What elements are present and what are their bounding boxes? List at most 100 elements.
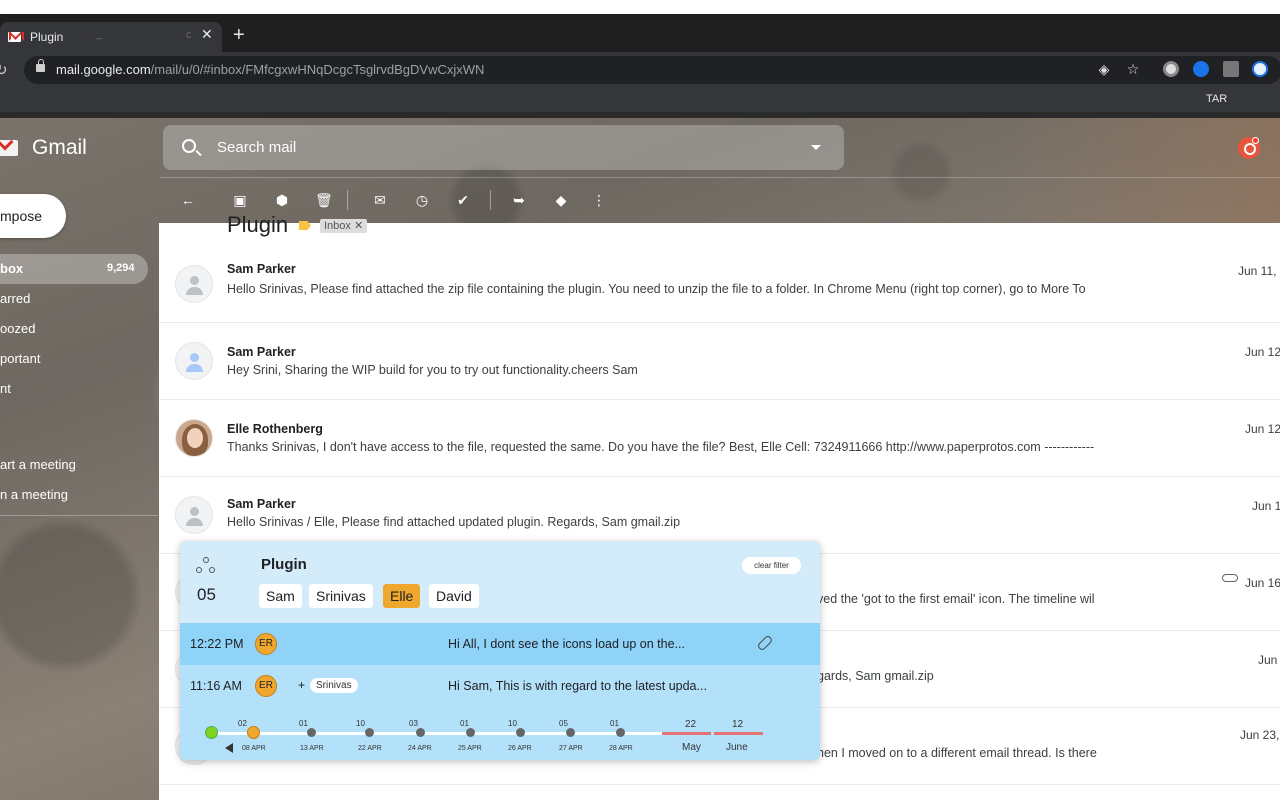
extension-check-icon[interactable] [1193,61,1209,77]
sidebar-item-important[interactable]: portant [0,351,40,366]
notification-dot [1252,137,1259,144]
url-text[interactable]: mail.google.com/mail/u/0/#inbox/FMfcgxwH… [56,62,484,77]
toolbar-separator [490,190,491,210]
timeline-point[interactable] [365,728,374,737]
timeline-date: 25 APR [458,745,482,752]
avatar [175,496,213,534]
timeline-month[interactable]: May [682,742,701,753]
mark-unread-icon[interactable]: ✉ [372,192,388,208]
timeline-date: 26 APR [508,745,532,752]
timeline-month[interactable]: June [726,742,748,753]
archive-icon[interactable]: ▣ [232,192,248,208]
email-snippet: gards, Sam gmail.zip [817,669,934,683]
inbox-label-chip[interactable]: Inbox ✕ [320,219,368,233]
close-tab-icon[interactable]: ✕ [201,26,213,43]
clear-filter-button[interactable]: clear filter [742,557,801,574]
timeline-point-selected[interactable] [247,726,260,739]
person-filter-chip[interactable]: Srinivas [309,584,373,608]
timeline-back-icon[interactable] [225,743,233,753]
report-spam-icon[interactable]: ⬢ [274,192,290,208]
email-snippet: hen I moved on to a different email thre… [817,746,1097,760]
toolbar-separator [347,190,348,210]
timeline-point[interactable] [307,728,316,737]
avatar [175,265,213,303]
message-time: 11:16 AM [190,679,242,693]
theme-background-accent [1000,118,1280,223]
move-to-icon[interactable]: ➥ [511,192,527,208]
tab-ghost-text: _ [96,28,103,40]
gmail-wordmark[interactable]: Gmail [32,136,87,160]
email-date: Jun 1 [1252,499,1280,513]
search-options-icon[interactable] [811,145,821,150]
plugin-message-row[interactable]: 11:16 AM ER + Srinivas Hi Sam, This is w… [180,665,820,707]
timeline-date: 28 APR [609,745,633,752]
bookmark-star-icon[interactable]: ☆ [1125,61,1141,77]
new-tab-button[interactable]: + [233,25,245,45]
timeline-point[interactable] [516,728,525,737]
timeline-start-marker[interactable] [205,726,218,739]
plugin-panel: 05 Plugin clear filter Sam Srinivas Elle… [180,541,820,760]
email-date: Jun [1258,653,1278,667]
email-row[interactable]: Sam Parker Hey Srini, Sharing the WIP bu… [159,323,1280,400]
timeline-count: 05 [559,719,568,728]
sender-initials-badge: ER [255,675,277,697]
snooze-icon[interactable]: ◷ [414,192,430,208]
gmail-logo-icon[interactable] [0,133,18,158]
avatar [175,342,213,380]
timeline-point[interactable] [616,728,625,737]
sidebar-item-inbox[interactable]: box [0,261,23,276]
toolbar-divider [160,177,1280,178]
timeline-count: 03 [409,719,418,728]
lock-icon[interactable] [36,59,45,72]
email-snippet: Thanks Srinivas, I don't have access to … [227,440,1095,454]
email-row[interactable]: Sam Parker Hello Srinivas, Please find a… [159,246,1280,323]
sender-initials-badge: ER [255,633,277,655]
sidebar-item-start-meeting[interactable]: art a meeting [0,457,76,472]
sidebar-item-starred[interactable]: arred [0,291,30,306]
cc-recipient-chip: Srinivas [310,678,358,693]
extension-search-icon[interactable] [1252,61,1268,77]
timeline-count: 01 [610,719,619,728]
plugin-message-row[interactable]: 12:22 PM ER Hi All, I dont see the icons… [180,623,820,665]
back-arrow-icon[interactable]: ← [180,192,196,208]
search-icon[interactable] [182,139,196,153]
search-input[interactable]: Search mail [217,139,296,156]
sidebar-item-snoozed[interactable]: oozed [0,321,35,336]
message-preview: Hi All, I dont see the icons load up on … [448,637,685,651]
compose-button[interactable]: mpose [0,194,66,238]
email-row[interactable]: Elle Rothenberg Thanks Srinivas, I don't… [159,400,1280,477]
timeline-point[interactable] [566,728,575,737]
plus-sign: + [298,678,306,692]
timeline-point[interactable] [466,728,475,737]
bookmark-item[interactable]: TAR [1206,93,1227,105]
timeline-date: 22 APR [358,745,382,752]
url-host: mail.google.com [56,62,151,77]
person-filter-chip[interactable]: Sam [259,584,302,608]
plugin-title: Plugin [261,556,307,573]
tab-bar: Plugin _ c ✕ + [0,14,1280,52]
timeline: 02 08 APR 01 13 APR 10 22 APR 03 24 APR … [180,707,820,760]
person-filter-chip[interactable]: David [429,584,479,608]
extension-hubspot-icon[interactable] [1223,61,1239,77]
email-snippet: Hey Srini, Sharing the WIP build for you… [227,363,638,377]
sidebar-divider [0,515,158,516]
more-options-icon[interactable]: ⋮ [591,192,607,208]
tab-ghost-text: c [186,29,192,41]
person-filter-chip-active[interactable]: Elle [383,584,421,608]
email-snippet: ved the 'got to the first email' icon. T… [817,592,1095,606]
add-task-icon[interactable]: ✔ [455,192,471,208]
delete-icon[interactable]: 🗑 [315,192,333,208]
sidebar-item-sent[interactable]: nt [0,381,11,396]
reload-icon[interactable]: ↻ [0,61,8,79]
timeline-count: 01 [460,719,469,728]
eye-icon[interactable]: ◈ [1096,61,1112,77]
timeline-count: 10 [356,719,365,728]
paperclip-icon[interactable] [756,634,774,652]
extension-icon[interactable] [1163,61,1179,77]
sidebar-item-join-meeting[interactable]: n a meeting [0,487,68,502]
timeline-month-segment [714,732,763,735]
timeline-point[interactable] [416,728,425,737]
label-icon[interactable]: ◆ [553,192,569,208]
email-sender: Sam Parker [227,345,296,359]
browser-tab[interactable]: Plugin _ c ✕ [0,22,222,52]
